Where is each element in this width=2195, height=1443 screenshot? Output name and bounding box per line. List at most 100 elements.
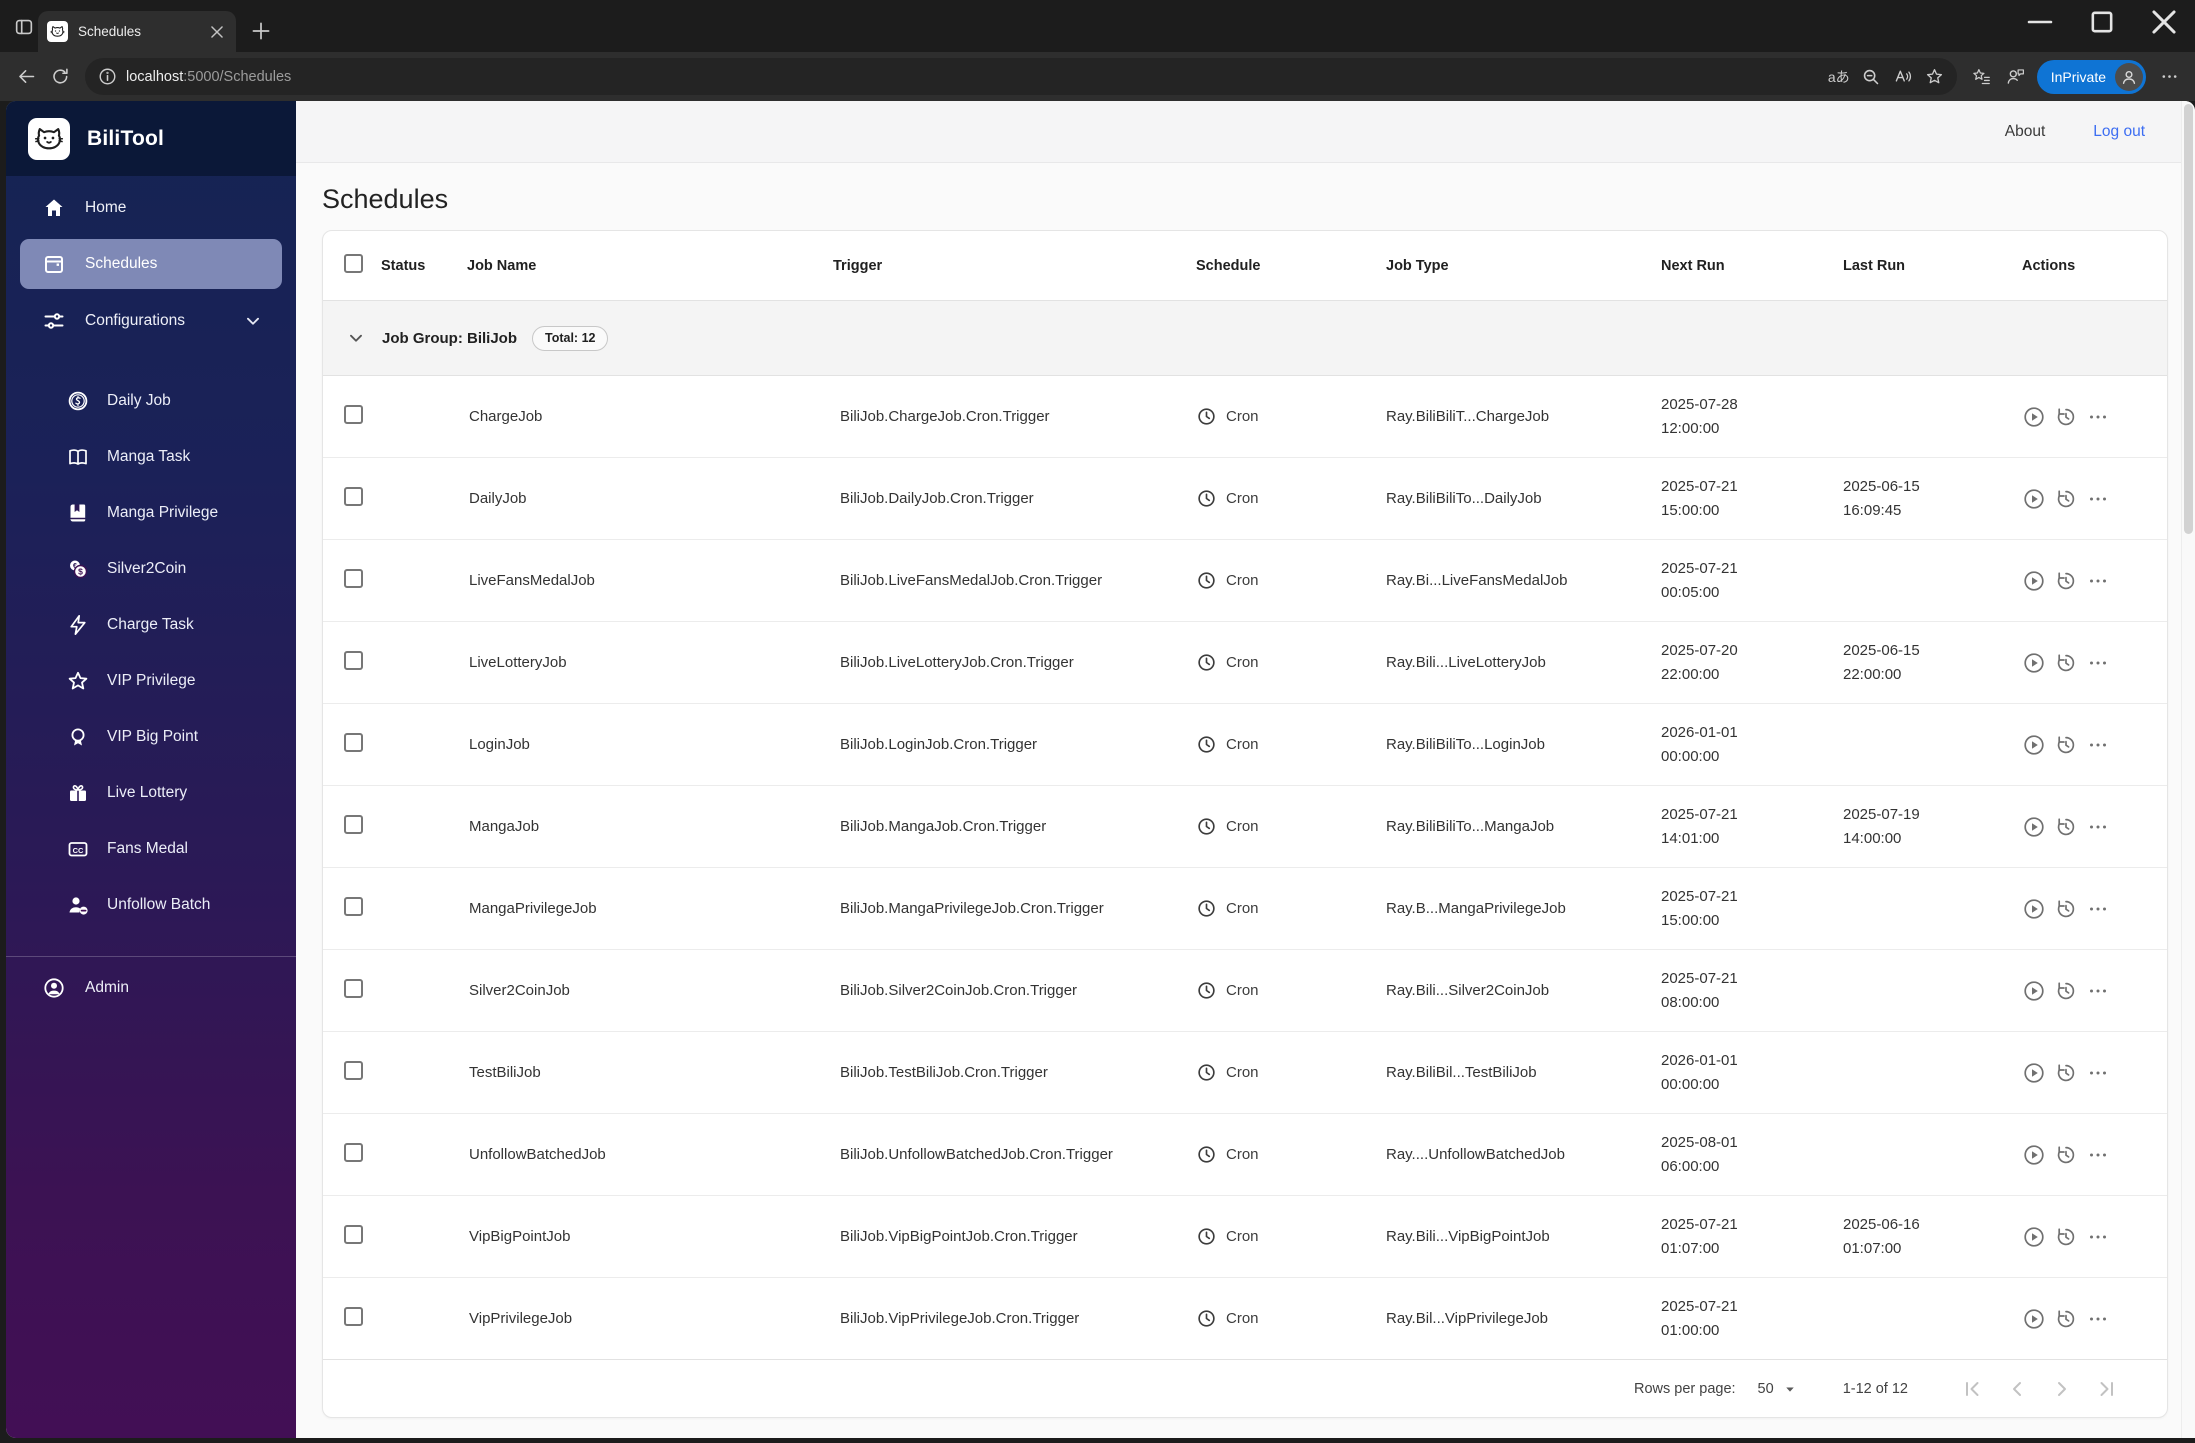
job-history-button[interactable] — [2054, 1225, 2078, 1249]
row-checkbox[interactable] — [344, 569, 363, 588]
more-actions-button[interactable] — [2086, 569, 2110, 593]
more-actions-button[interactable] — [2086, 1143, 2110, 1167]
job-history-button[interactable] — [2054, 405, 2078, 429]
run-job-button[interactable] — [2022, 1307, 2046, 1331]
sidebar-item-manga-task[interactable]: Manga Task — [20, 432, 282, 482]
row-checkbox[interactable] — [344, 1061, 363, 1080]
back-button[interactable] — [9, 60, 43, 94]
sidebar-item-live-lottery[interactable]: Live Lottery — [20, 768, 282, 818]
row-checkbox[interactable] — [344, 979, 363, 998]
row-checkbox[interactable] — [344, 1307, 363, 1326]
more-actions-button[interactable] — [2086, 651, 2110, 675]
next-page-button[interactable] — [2050, 1377, 2074, 1401]
row-checkbox[interactable] — [344, 487, 363, 506]
sidebar-item-manga-privilege[interactable]: Manga Privilege — [20, 488, 282, 538]
zoom-out-icon[interactable] — [1855, 61, 1887, 93]
row-checkbox[interactable] — [344, 733, 363, 752]
more-actions-button[interactable] — [2086, 1061, 2110, 1085]
run-job-button[interactable] — [2022, 487, 2046, 511]
prev-page-button[interactable] — [2005, 1377, 2029, 1401]
page-scrollbar[interactable] — [2181, 101, 2195, 1438]
sidebar-item-vip-privilege[interactable]: VIP Privilege — [20, 656, 282, 706]
sidebar-item-schedules[interactable]: Schedules — [20, 239, 282, 289]
maximize-button[interactable] — [2071, 0, 2133, 44]
row-checkbox[interactable] — [344, 651, 363, 670]
row-checkbox[interactable] — [344, 897, 363, 916]
inprivate-badge[interactable]: InPrivate — [2036, 59, 2146, 94]
job-history-button[interactable] — [2054, 651, 2078, 675]
col-schedule: Schedule — [1196, 257, 1261, 274]
run-job-button[interactable] — [2022, 979, 2046, 1003]
job-trigger: BiliJob.TestBiliJob.Cron.Trigger — [840, 1064, 1048, 1081]
more-actions-button[interactable] — [2086, 1225, 2110, 1249]
sidebar-item-home[interactable]: Home — [20, 183, 282, 233]
job-history-button[interactable] — [2054, 1143, 2078, 1167]
more-actions-button[interactable] — [2086, 405, 2110, 429]
job-group-row[interactable]: Job Group: BiliJob Total: 12 — [323, 301, 2167, 376]
more-actions-button[interactable] — [2086, 1307, 2110, 1331]
more-actions-button[interactable] — [2086, 979, 2110, 1003]
run-job-button[interactable] — [2022, 651, 2046, 675]
logout-link[interactable]: Log out — [2093, 123, 2145, 141]
sidebar-item-unfollow-batch[interactable]: Unfollow Batch — [20, 880, 282, 930]
sidebar-item-configurations[interactable]: Configurations — [20, 296, 282, 346]
read-aloud-icon[interactable] — [1887, 61, 1919, 93]
run-job-button[interactable] — [2022, 1225, 2046, 1249]
row-checkbox[interactable] — [344, 1143, 363, 1162]
job-history-button[interactable] — [2054, 1307, 2078, 1331]
job-history-button[interactable] — [2054, 569, 2078, 593]
sidebar-item-admin[interactable]: Admin — [20, 963, 282, 1013]
run-job-button[interactable] — [2022, 1061, 2046, 1085]
scrollbar-thumb[interactable] — [2184, 104, 2193, 534]
more-actions-button[interactable] — [2086, 897, 2110, 921]
sidebar-item-charge-task[interactable]: Charge Task — [20, 600, 282, 650]
job-history-button[interactable] — [2054, 815, 2078, 839]
browser-menu-button[interactable] — [2152, 60, 2186, 94]
add-favorite-icon[interactable] — [1919, 61, 1951, 93]
run-job-button[interactable] — [2022, 815, 2046, 839]
workspaces-icon[interactable] — [13, 16, 35, 38]
new-tab-button[interactable] — [248, 18, 274, 44]
sidebar-item-fans-medal[interactable]: CC Fans Medal — [20, 824, 282, 874]
refresh-button[interactable] — [43, 60, 77, 94]
address-bar[interactable]: localhost:5000/Schedules aあ — [85, 58, 1957, 95]
translate-icon[interactable]: aあ — [1823, 61, 1855, 93]
run-job-button[interactable] — [2022, 1143, 2046, 1167]
sidebar-item-silver2coin[interactable]: € $ Silver2Coin — [20, 544, 282, 594]
sidebar-item-vip-big-point[interactable]: VIP Big Point — [20, 712, 282, 762]
row-checkbox[interactable] — [344, 1225, 363, 1244]
minimize-button[interactable] — [2009, 0, 2071, 44]
about-link[interactable]: About — [2005, 123, 2046, 141]
row-checkbox[interactable] — [344, 405, 363, 424]
schedule-cell: Cron — [1196, 570, 1386, 591]
run-job-button[interactable] — [2022, 733, 2046, 757]
row-checkbox[interactable] — [344, 815, 363, 834]
browser-feedback-icon[interactable] — [1999, 60, 2033, 94]
last-page-button[interactable] — [2095, 1377, 2119, 1401]
col-next-run: Next Run — [1661, 257, 1725, 274]
close-window-button[interactable] — [2133, 0, 2195, 44]
run-job-button[interactable] — [2022, 569, 2046, 593]
more-actions-button[interactable] — [2086, 733, 2110, 757]
more-actions-button[interactable] — [2086, 815, 2110, 839]
run-job-button[interactable] — [2022, 897, 2046, 921]
sidebar-item-daily-job[interactable]: Daily Job — [20, 376, 282, 426]
job-history-button[interactable] — [2054, 487, 2078, 511]
job-history-button[interactable] — [2054, 1061, 2078, 1085]
more-actions-button[interactable] — [2086, 487, 2110, 511]
col-actions: Actions — [2022, 257, 2076, 274]
rows-per-page-caret-icon[interactable] — [1781, 1380, 1799, 1398]
favorites-icon[interactable] — [1965, 60, 1999, 94]
group-collapse-chevron-icon[interactable] — [345, 327, 367, 349]
browser-tab[interactable]: Schedules — [38, 11, 236, 52]
select-all-checkbox[interactable] — [344, 254, 363, 273]
tab-close-icon[interactable] — [206, 21, 228, 43]
row-actions — [2006, 1061, 2167, 1085]
site-info-icon[interactable] — [95, 65, 119, 89]
job-history-button[interactable] — [2054, 979, 2078, 1003]
first-page-button[interactable] — [1960, 1377, 1984, 1401]
rows-per-page-value[interactable]: 50 — [1758, 1381, 1774, 1397]
run-job-button[interactable] — [2022, 405, 2046, 429]
job-history-button[interactable] — [2054, 897, 2078, 921]
job-history-button[interactable] — [2054, 733, 2078, 757]
